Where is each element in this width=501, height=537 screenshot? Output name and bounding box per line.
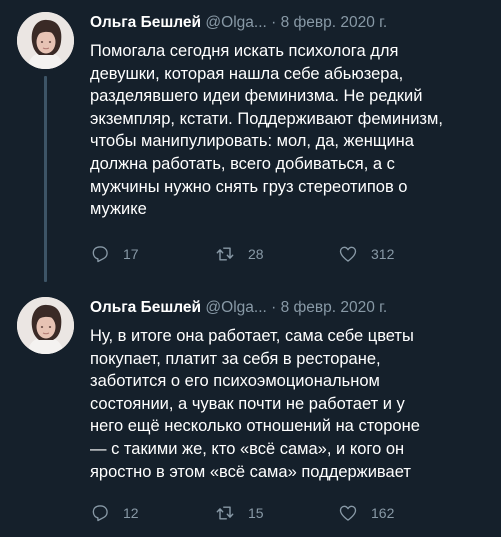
reply-icon: [90, 503, 110, 523]
tweet[interactable]: Ольга Бешлей @Olga... · 8 февр. 2020 г. …: [0, 0, 501, 285]
like-button[interactable]: 312: [338, 244, 394, 264]
tweet[interactable]: Ольга Бешлей @Olga... · 8 февр. 2020 г. …: [0, 285, 501, 537]
like-button[interactable]: 162: [338, 503, 394, 523]
tweet-actions: 12 15 162: [90, 503, 501, 527]
reply-icon: [90, 244, 110, 264]
tweet-actions: 17 28 312: [90, 244, 501, 268]
reply-count: 12: [123, 505, 139, 521]
reply-count: 17: [123, 246, 139, 262]
like-icon: [338, 503, 358, 523]
tweet-header: Ольга Бешлей @Olga... · 8 февр. 2020 г.: [90, 13, 491, 33]
separator: ·: [271, 14, 277, 31]
tweet-date[interactable]: 8 февр. 2020 г.: [281, 299, 388, 316]
thread-connector-line: [44, 76, 47, 282]
author-name[interactable]: Ольга Бешлей: [90, 299, 201, 316]
retweet-icon: [215, 244, 235, 264]
retweet-button[interactable]: 28: [215, 244, 264, 264]
reply-button[interactable]: 12: [90, 503, 139, 523]
retweet-count: 15: [248, 505, 264, 521]
author-name[interactable]: Ольга Бешлей: [90, 14, 201, 31]
like-icon: [338, 244, 358, 264]
retweet-button[interactable]: 15: [215, 503, 264, 523]
retweet-count: 28: [248, 246, 264, 262]
reply-button[interactable]: 17: [90, 244, 139, 264]
like-count: 312: [371, 246, 395, 262]
author-handle[interactable]: @Olga...: [205, 299, 266, 316]
like-count: 162: [371, 505, 395, 521]
tweet-header: Ольга Бешлей @Olga... · 8 февр. 2020 г.: [90, 298, 491, 318]
tweet-text: Ну, в итоге она работает, сама себе цвет…: [90, 327, 420, 481]
separator: ·: [271, 299, 277, 316]
retweet-icon: [215, 503, 235, 523]
tweet-date[interactable]: 8 февр. 2020 г.: [281, 14, 388, 31]
avatar[interactable]: [17, 12, 74, 69]
author-handle[interactable]: @Olga...: [205, 14, 266, 31]
avatar[interactable]: [17, 297, 74, 354]
tweet-text: Помогала сегодня искать психолога для де…: [90, 42, 443, 219]
